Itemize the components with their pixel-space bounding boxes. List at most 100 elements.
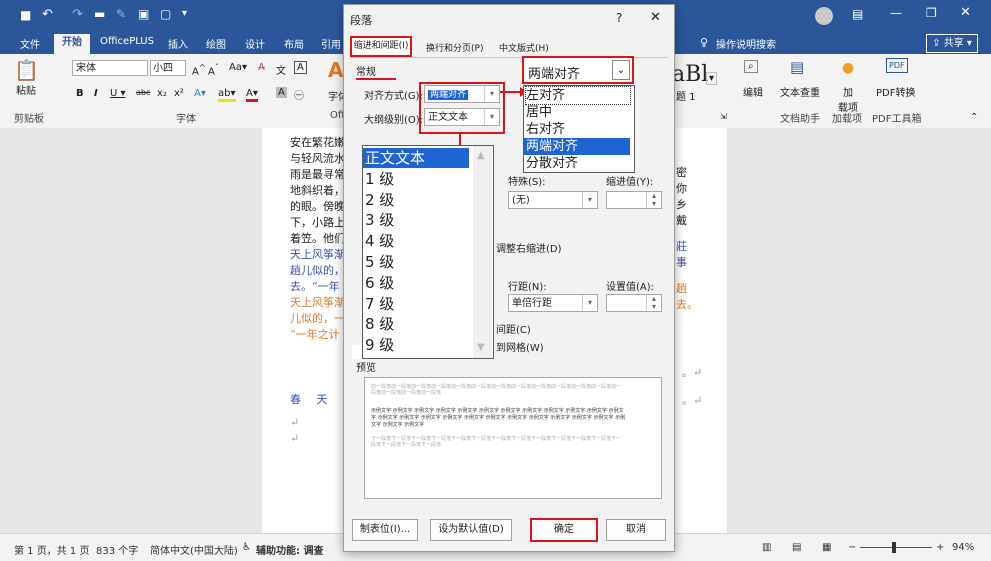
spacing-checkbox-label[interactable]: 间距(C) [496,321,531,336]
cancel-button[interactable]: 取消 [606,519,666,541]
font-size-select[interactable]: 小四 [150,60,186,76]
tab-officeplus[interactable]: OfficePLUS [100,36,154,47]
set-default-button[interactable]: 设为默认值(D) [430,519,512,541]
highlight-icon[interactable]: ab▾ [218,88,236,102]
alignment-option[interactable]: 左对齐 [525,86,631,105]
tab-references[interactable]: 引用 [321,36,341,51]
change-case-icon[interactable]: Aa▾ [229,62,247,73]
styles-dialog-launcher[interactable]: ⇲ [720,112,727,121]
auto-adjust-right-indent[interactable]: 调整右缩进(D) [496,240,562,255]
redo-icon[interactable]: ↷ [72,7,83,22]
italic-icon[interactable]: I [94,88,98,99]
font-color-icon[interactable]: A▾ [246,88,258,102]
tell-me-search[interactable]: 操作说明搜索 [716,36,776,51]
outline-level-option[interactable]: 9 级 [365,335,469,355]
alignment-select[interactable]: 两端对齐 ▾ [424,85,500,103]
help-icon[interactable]: ? [616,11,622,25]
outline-level-option[interactable]: 5 级 [365,252,469,272]
grid-checkbox-label[interactable]: 到网格(W) [496,339,544,354]
scroll-down-icon[interactable]: ▼ [477,342,485,353]
subscript-icon[interactable]: x₂ [157,88,167,99]
alignment-options-header[interactable]: 两端对齐 ⌄ [522,56,634,84]
outline-level-option[interactable]: 7 级 [365,294,469,314]
tab-draw[interactable]: 绘图 [206,36,226,51]
outline-level-option[interactable]: 4 级 [365,231,469,251]
clear-format-icon[interactable]: A̶ [258,62,265,73]
tab-file[interactable]: 文件 [20,36,40,51]
font-name-select[interactable]: 宋体 [72,60,148,76]
read-mode-icon[interactable]: ▥ [762,542,771,553]
close-window-icon[interactable]: ✕ [960,5,971,20]
zoom-slider[interactable] [860,547,932,548]
word-count[interactable]: 833 个字 [96,542,138,557]
tab-home[interactable]: 开始 [54,34,90,54]
style-preview[interactable]: aBl [672,62,708,87]
bold-icon[interactable]: B [76,88,84,99]
pdf-icon[interactable]: PDF [886,58,908,73]
customize-icon[interactable]: ▾ [182,8,187,19]
find-icon[interactable]: ⌕ [744,60,758,73]
styles-more-icon[interactable]: ▾ [706,72,718,85]
chevron-down-icon[interactable]: ⌄ [612,60,630,80]
language-status[interactable]: 简体中文(中国大陆) [150,542,238,557]
alignment-options-list[interactable]: 左对齐 居中 右对齐 两端对齐 分散对齐 [523,85,635,173]
print-layout-icon[interactable]: ▤ [792,542,801,553]
special-select[interactable]: (无) ▾ [508,191,598,209]
strikethrough-icon[interactable]: abc [136,88,150,97]
page-count[interactable]: 第 1 页，共 1 页 [14,542,89,557]
outline-level-option[interactable]: 正文文本 [363,148,469,168]
outline-level-option[interactable]: 3 级 [365,210,469,230]
minimize-icon[interactable]: — [890,6,902,20]
text-check-button[interactable]: 文本查重 [780,84,820,99]
tab-design[interactable]: 设计 [245,36,265,51]
outline-select[interactable]: 正文文本 ▾ [424,108,500,126]
alignment-option[interactable]: 右对齐 [526,121,630,138]
restore-icon[interactable]: ❐ [926,6,937,20]
brush-icon[interactable]: ✎ [116,7,126,21]
char-border-icon[interactable]: A [294,61,307,74]
paste-icon[interactable]: 📋 [14,58,39,82]
zoom-out-icon[interactable]: − [848,542,856,553]
list-scrollbar[interactable] [473,146,492,358]
collapse-ribbon-icon[interactable]: ⌃ [970,112,978,123]
accessibility-status[interactable]: 辅助功能: 调查 [256,542,323,557]
tabs-button[interactable]: 制表位(I)... [352,519,418,541]
spin-icon[interactable]: ▴ ▾ [646,192,661,208]
superscript-icon[interactable]: x² [174,88,184,99]
indent-value-input[interactable]: ▴ ▾ [606,191,662,209]
ribbon-display-icon[interactable]: ▤ [852,7,863,21]
tab-layout[interactable]: 布局 [284,36,304,51]
pdf-convert-button[interactable]: PDF转换 [876,84,915,99]
alignment-option[interactable]: 居中 [526,104,630,121]
outline-level-option[interactable]: 1 级 [365,169,469,189]
line-spacing-select[interactable]: 单倍行距 ▾ [508,294,598,312]
zoom-in-icon[interactable]: + [936,542,944,553]
paste-button[interactable]: 粘贴 [16,82,36,97]
ok-button[interactable]: 确定 [530,518,598,542]
shading-icon[interactable]: A [276,87,287,98]
outline-level-option[interactable]: 8 级 [365,314,469,334]
outline-level-option[interactable]: 6 级 [365,273,469,293]
text-effects-icon[interactable]: A▾ [194,88,206,99]
alignment-option[interactable]: 两端对齐 [524,138,630,155]
outline-level-list[interactable]: 正文文本 1 级2 级3 级4 级5 级6 级7 级8 级9 级 ▲ ▼ [362,145,494,359]
zoom-slider-thumb[interactable] [892,542,896,553]
underline-icon[interactable]: U ▾ [110,88,126,99]
text-check-icon[interactable]: ▤ [790,58,804,76]
grow-font-icon[interactable]: A^ [192,62,206,77]
tab-insert[interactable]: 插入 [168,36,188,51]
new-doc-icon[interactable]: ▢ [160,7,171,21]
image-icon[interactable]: ▣ [138,7,149,21]
tab-indents-spacing[interactable]: 缩进和间距(I) [350,36,412,57]
avatar[interactable] [815,7,833,25]
edit-button[interactable]: 编辑 [743,84,763,99]
phonetic-icon[interactable]: 文 [276,62,286,77]
alignment-option[interactable]: 分散对齐 [526,155,630,172]
close-icon[interactable]: ✕ [650,10,661,25]
share-button[interactable]: ⇪ 共享 ▾ [926,34,978,53]
tab-asian-typography[interactable]: 中文版式(H) [499,41,549,54]
scroll-up-icon[interactable]: ▲ [477,150,485,161]
shrink-font-icon[interactable]: Aˇ [208,62,219,77]
enclose-char-icon[interactable]: ㊀ [294,87,304,102]
styles-pane-icon[interactable]: A [328,58,343,82]
